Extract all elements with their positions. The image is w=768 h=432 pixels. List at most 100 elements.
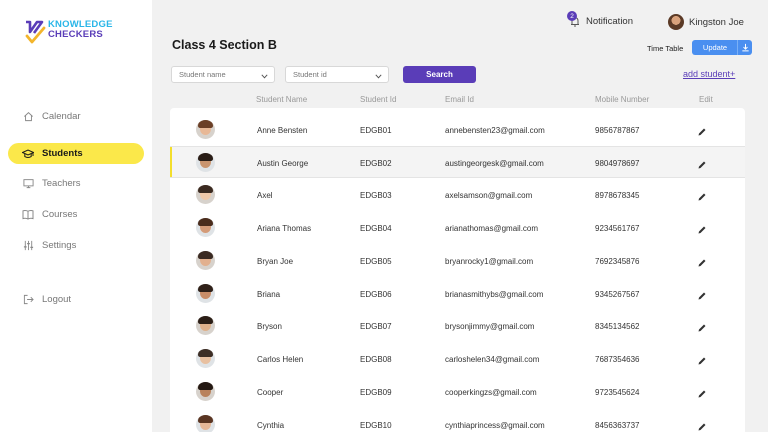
student-id-cell: EDGB09 [360,387,392,397]
graduation-cap-icon [22,148,34,160]
brand-line2: CHECKERS [48,29,103,40]
student-name-placeholder: Student name [179,70,226,79]
student-name-select[interactable]: Student name [171,66,275,83]
avatar [196,316,215,335]
student-name-cell: Cynthia [257,420,285,430]
pencil-icon[interactable] [697,189,709,201]
avatar [196,218,215,237]
sidebar-item-teachers[interactable]: Teachers [8,173,144,194]
student-name-cell: Austin George [257,158,309,168]
table-row[interactable]: Axel EDGB03 axelsamson@gmail.com 8978678345 [170,179,745,211]
sidebar-item-label: Logout [42,294,72,305]
avatar-hair [198,251,213,259]
email-cell: axelsamson@gmail.com [445,190,533,200]
student-id-cell: EDGB02 [360,158,392,168]
sidebar-item-courses[interactable]: Courses [8,204,144,225]
table-row[interactable]: Bryson EDGB07 brysonjimmy@gmail.com 8345134… [170,310,745,342]
mobile-cell: 9723545624 [595,387,640,397]
student-id-cell: EDGB03 [360,190,392,200]
avatar [196,185,215,204]
mobile-cell: 8978678345 [595,190,640,200]
table-row[interactable]: Briana EDGB06 brianasmithybs@gmail.com 9345… [170,278,745,310]
sidebar-item-label: Settings [42,240,77,251]
student-name-cell: Bryan Joe [257,256,294,266]
book-icon [22,209,34,221]
notification-button[interactable]: 2 Notification [567,11,633,28]
sidebar-item-label: Courses [42,209,78,220]
column-header-email-id: Email Id [445,95,474,104]
students-table: Anne Bensten EDGB01 annebensten23@gmail.co… [170,108,745,432]
add-student-link[interactable]: add student+ [683,69,735,79]
table-row[interactable]: Austin George EDGB02 austingeorgesk@gmail.… [170,146,745,178]
student-id-cell: EDGB10 [360,420,392,430]
logout-icon [22,294,34,306]
brand-logo[interactable]: KNOWLEDGE CHECKERS [24,20,113,46]
sidebar-item-calendar[interactable]: Calendar [8,106,144,127]
check-logo-icon [24,20,46,46]
update-timetable-button[interactable]: Update [692,40,752,55]
home-icon [22,111,34,123]
email-cell: bryanrocky1@gmail.com [445,256,534,266]
sidebar-item-label: Students [42,148,83,159]
user-menu[interactable]: Kingston Joe [668,14,744,30]
pencil-icon[interactable] [697,353,709,365]
notification-count-badge: 2 [567,11,577,21]
avatar-hair [198,415,213,423]
pencil-icon[interactable] [697,386,709,398]
email-cell: carloshelen34@gmail.com [445,354,540,364]
table-row[interactable]: Bryan Joe EDGB05 bryanrocky1@gmail.com 7692… [170,245,745,277]
avatar [196,153,215,172]
avatar-hair [198,316,213,324]
avatar-hair [198,218,213,226]
pencil-icon[interactable] [697,157,709,169]
mobile-cell: 9234561767 [595,223,640,233]
chevron-down-icon [375,72,382,81]
avatar [196,382,215,401]
table-row[interactable]: Cynthia EDGB10 cynthiaprincess@gmail.com 84… [170,409,745,432]
student-id-cell: EDGB05 [360,256,392,266]
sidebar-item-settings[interactable]: Settings [8,235,144,256]
mobile-cell: 9345267567 [595,289,640,299]
search-button[interactable]: Search [403,66,476,83]
student-name-cell: Carlos Helen [257,354,304,364]
avatar-hair [198,349,213,357]
sidebar-item-label: Teachers [42,178,81,189]
mobile-cell: 9804978697 [595,158,640,168]
sidebar-item-logout[interactable]: Logout [8,289,144,310]
email-cell: cooperkingzs@gmail.com [445,387,537,397]
pencil-icon[interactable] [697,288,709,300]
table-row[interactable]: Carlos Helen EDGB08 carloshelen34@gmail.co… [170,343,745,375]
sidebar: KNOWLEDGE CHECKERS Calendar Students Tea… [0,0,152,432]
table-row[interactable]: Cooper EDGB09 cooperkingzs@gmail.com 972354… [170,376,745,408]
student-name-cell: Briana [257,289,281,299]
column-header-mobile-number: Mobile Number [595,95,650,104]
email-cell: annebensten23@gmail.com [445,125,545,135]
table-row[interactable]: Ariana Thomas EDGB04 arianathomas@gmail.co… [170,212,745,244]
user-name: Kingston Joe [689,16,744,28]
mobile-cell: 7687354636 [595,354,640,364]
pencil-icon[interactable] [697,320,709,332]
avatar [668,14,684,30]
email-cell: brianasmithybs@gmail.com [445,289,544,299]
avatar [196,284,215,303]
student-id-select[interactable]: Student id [285,66,389,83]
student-name-cell: Anne Bensten [257,125,308,135]
bell-icon: 2 [567,11,582,28]
download-icon[interactable] [737,40,752,55]
sidebar-item-students[interactable]: Students [8,143,144,164]
pencil-icon[interactable] [697,419,709,431]
student-id-cell: EDGB07 [360,321,392,331]
pencil-icon[interactable] [697,222,709,234]
sidebar-item-label: Calendar [42,111,81,122]
student-name-cell: Bryson [257,321,282,331]
avatar-hair [198,185,213,193]
chevron-down-icon [261,72,268,81]
avatar-hair [198,382,213,390]
student-id-cell: EDGB04 [360,223,392,233]
email-cell: brysonjimmy@gmail.com [445,321,535,331]
pencil-icon[interactable] [697,124,709,136]
timetable-label: Time Table [647,44,684,53]
notification-label: Notification [586,15,633,27]
pencil-icon[interactable] [697,255,709,267]
table-row[interactable]: Anne Bensten EDGB01 annebensten23@gmail.co… [170,114,745,146]
